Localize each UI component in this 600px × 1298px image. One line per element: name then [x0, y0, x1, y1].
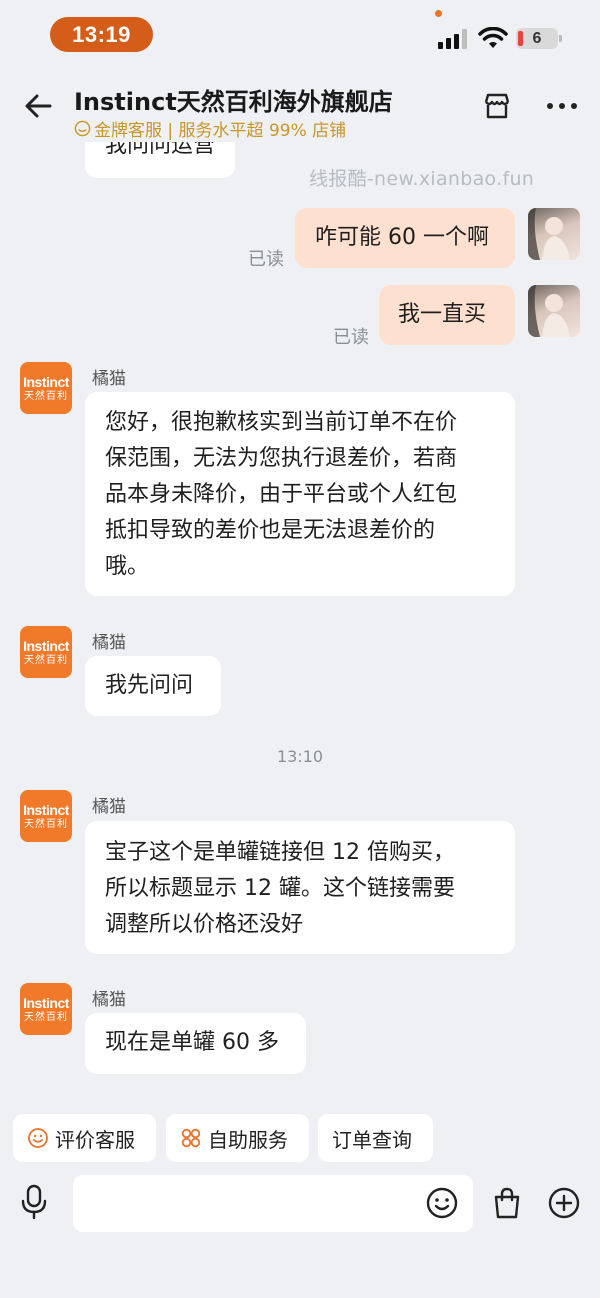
message-bubble-shop: 现在是单罐 60 多: [85, 1013, 306, 1074]
quick-action-rate-service[interactable]: 评价客服: [13, 1114, 156, 1162]
message-line: 您好，很抱歉核实到当前订单不在价: [105, 410, 458, 435]
plus-icon[interactable]: [547, 1186, 581, 1220]
shop-avatar[interactable]: Instinct 天然百利: [20, 790, 72, 842]
user-avatar[interactable]: [528, 285, 580, 337]
shopping-bag-icon[interactable]: [490, 1186, 524, 1220]
message-line: 宝子这个是单罐链接但 12 倍购买，: [105, 840, 455, 865]
sender-name: 橘猫: [92, 633, 126, 653]
sender-name: 橘猫: [92, 990, 126, 1010]
message-text: 我问问运营: [105, 142, 216, 158]
quick-action-label: 订单查询: [332, 1127, 412, 1152]
message-text: 我一直买: [398, 302, 487, 327]
avatar-brand-text: Instinct: [23, 637, 69, 654]
sender-name: 橘猫: [92, 797, 126, 817]
shop-avatar[interactable]: Instinct 天然百利: [20, 983, 72, 1035]
quick-action-label: 自助服务: [208, 1127, 288, 1152]
message-bubble-user: 我一直买: [379, 285, 515, 345]
message-list[interactable]: 线报酷-new.xianbao.fun 我问问运营 已读 咋可能 60 一个啊 …: [0, 142, 600, 1102]
more-options-icon[interactable]: [545, 94, 579, 118]
battery-indicator: 6: [516, 28, 562, 49]
message-line: 保范围，无法为您执行退差价，若商: [105, 446, 458, 471]
chat-header: Instinct天然百利海外旗舰店 金牌客服 | 服务水平超 99% 店铺: [0, 70, 600, 142]
shop-badge: 金牌客服 | 服务水平超 99% 店铺: [74, 116, 346, 141]
user-avatar[interactable]: [528, 208, 580, 260]
avatar-brand-text: Instinct: [23, 373, 69, 390]
status-time: 13:19: [50, 17, 153, 52]
message-line: 所以标题显示 12 罐。这个链接需要: [105, 876, 455, 901]
gold-smile-icon: [74, 120, 91, 137]
avatar-brand-text: Instinct: [23, 994, 69, 1011]
cellular-signal-icon: [438, 29, 467, 49]
grid-dots-icon: [181, 1128, 201, 1148]
shop-name[interactable]: Instinct天然百利海外旗舰店: [74, 82, 393, 117]
message-line: 哦。: [105, 554, 150, 579]
quick-action-self-service[interactable]: 自助服务: [166, 1114, 309, 1162]
message-line: 抵扣导致的差价也是无法退差价的: [105, 518, 436, 543]
read-receipt: 已读: [248, 249, 284, 270]
user-avatar-image: [528, 208, 570, 260]
status-bar: 13:19 6: [0, 0, 600, 70]
message-text: 我先问问: [105, 673, 194, 698]
back-arrow-icon[interactable]: [20, 88, 56, 124]
sender-name: 橘猫: [92, 369, 126, 389]
shop-badge-text: 金牌客服 | 服务水平超 99% 店铺: [94, 121, 347, 141]
avatar-brand-subtext: 天然百利: [24, 654, 68, 666]
microphone-icon[interactable]: [18, 1184, 50, 1220]
message-line: 调整所以价格还没好: [105, 912, 304, 937]
read-receipt: 已读: [333, 327, 369, 348]
message-timestamp: 13:10: [277, 747, 324, 766]
shop-avatar[interactable]: Instinct 天然百利: [20, 626, 72, 678]
quick-action-order-query[interactable]: 订单查询: [318, 1114, 433, 1162]
privacy-indicator-dot: [435, 10, 442, 17]
quick-action-label: 评价客服: [55, 1127, 135, 1152]
message-line: 品本身未降价，由于平台或个人红包: [105, 482, 458, 507]
message-bubble-shop: 您好，很抱歉核实到当前订单不在价 保范围，无法为您执行退差价，若商 品本身未降价…: [85, 392, 515, 596]
smile-icon: [28, 1128, 48, 1148]
avatar-brand-subtext: 天然百利: [24, 390, 68, 402]
message-bubble-user: 咋可能 60 一个啊: [295, 208, 515, 268]
message-bubble-shop: 我先问问: [85, 656, 221, 716]
message-text: 现在是单罐 60 多: [105, 1030, 279, 1055]
wifi-icon: [478, 27, 508, 48]
message-bubble-shop: 宝子这个是单罐链接但 12 倍购买， 所以标题显示 12 罐。这个链接需要 调整…: [85, 821, 515, 954]
emoji-icon[interactable]: [425, 1186, 459, 1220]
message-input[interactable]: [73, 1175, 473, 1232]
avatar-brand-subtext: 天然百利: [24, 818, 68, 830]
store-icon[interactable]: [481, 90, 513, 122]
watermark: 线报酷-new.xianbao.fun: [309, 168, 535, 190]
message-text: 咋可能 60 一个啊: [315, 225, 489, 250]
user-avatar-image: [528, 285, 570, 337]
avatar-brand-text: Instinct: [23, 801, 69, 818]
avatar-brand-subtext: 天然百利: [24, 1011, 68, 1023]
message-bubble-shop: 我问问运营: [85, 142, 236, 178]
shop-avatar[interactable]: Instinct 天然百利: [20, 362, 72, 414]
